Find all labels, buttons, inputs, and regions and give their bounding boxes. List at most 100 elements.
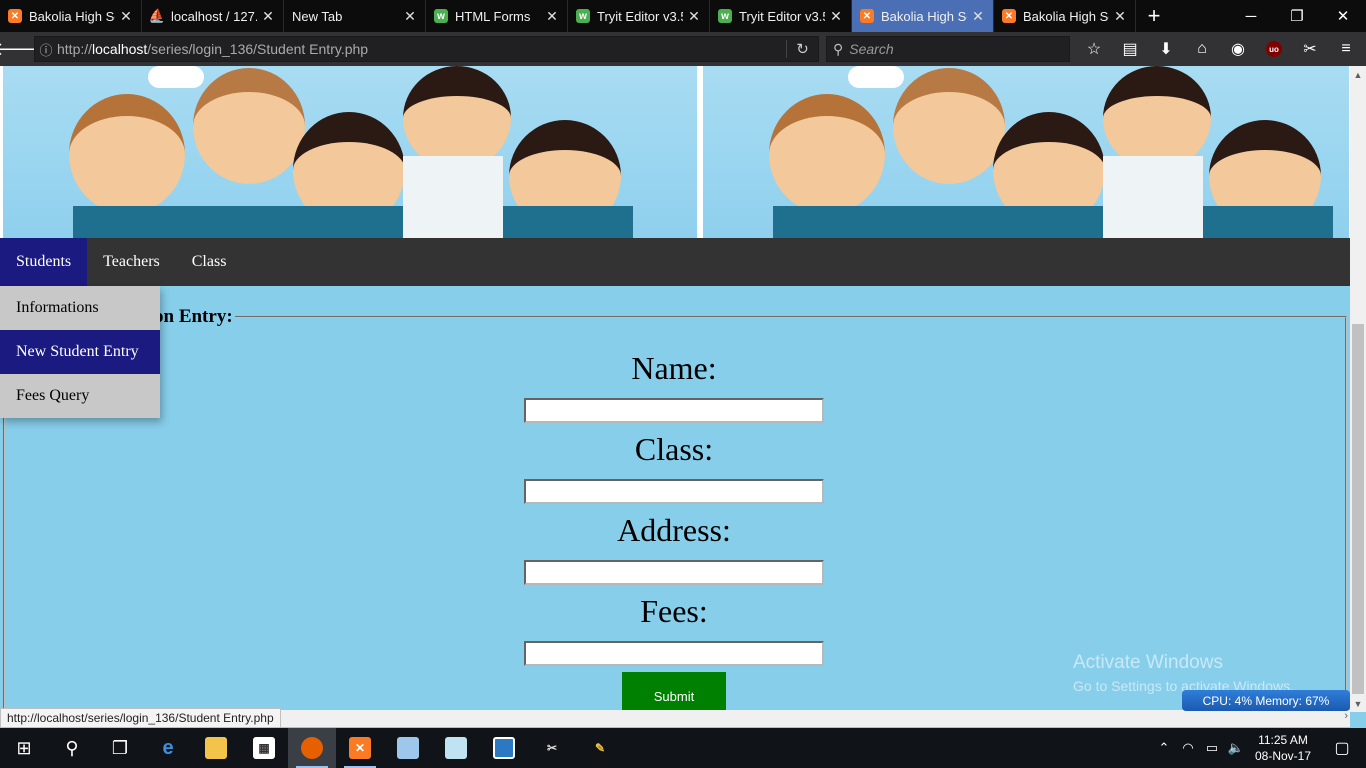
windows-taskbar: ⊞ ⚲ ❐ e ▦ ✕ ✂ ✎ ⌃ ◠ ▭ 🔈 11:25 AM 08-Nov-… (0, 728, 1366, 768)
close-window-icon[interactable]: ✕ (1320, 0, 1366, 32)
url-text: http://localhost/series/login_136/Studen… (57, 41, 786, 57)
url-path: /series/login_136/Student Entry.php (147, 41, 369, 57)
task-view-icon[interactable]: ❐ (96, 728, 144, 768)
address-label: Address: (617, 512, 731, 548)
home-icon[interactable]: ⌂ (1184, 32, 1220, 66)
start-icon[interactable]: ⊞ (0, 728, 48, 768)
tab-title: localhost / 127. (171, 8, 257, 24)
scroll-up-icon[interactable]: ▲ (1350, 66, 1366, 83)
address-input[interactable] (524, 560, 824, 585)
clock[interactable]: 11:25 AM 08-Nov-17 (1248, 732, 1318, 764)
app-prism-icon[interactable] (432, 728, 480, 768)
menu-item-class[interactable]: Class (176, 238, 243, 286)
scroll-down-icon[interactable]: ▼ (1350, 695, 1366, 712)
fees-input[interactable] (524, 641, 824, 666)
close-tab-icon[interactable]: ✕ (687, 8, 701, 25)
submit-button[interactable]: Submit (622, 672, 726, 710)
xampp-icon: ✕ (8, 9, 22, 23)
status-url-tooltip: http://localhost/series/login_136/Studen… (0, 708, 281, 728)
browser-tab[interactable]: ⛵ localhost / 127. ✕ (142, 0, 284, 32)
firefox-icon[interactable] (288, 728, 336, 768)
xampp-icon: ✕ (1002, 9, 1016, 23)
ublock-icon[interactable]: uo (1256, 32, 1292, 66)
clock-time: 11:25 AM (1258, 733, 1308, 747)
download-icon[interactable]: ⬇ (1148, 32, 1184, 66)
window-controls: ─ ❐ ✕ (1228, 0, 1366, 32)
reading-list-icon[interactable]: ▤ (1112, 32, 1148, 66)
browser-tab-active[interactable]: ✕ Bakolia High Sc ✕ (852, 0, 994, 32)
student-entry-form: Name: Class: Address: Fees: Submit (524, 348, 824, 710)
bookmark-star-icon[interactable]: ☆ (1076, 32, 1112, 66)
notification-icon[interactable]: ▢ (1318, 738, 1366, 758)
navigation-toolbar: 🡐 ⓘ http://localhost/series/login_136/St… (0, 32, 1366, 66)
browser-tab[interactable]: w HTML Forms ✕ (426, 0, 568, 32)
vertical-scrollbar[interactable]: ▲ ▼ (1350, 66, 1366, 712)
watermark-line1: Activate Windows (1073, 652, 1223, 673)
xampp-icon[interactable]: ✕ (336, 728, 384, 768)
class-label: Class: (634, 431, 714, 467)
dropdown-item-fees-query[interactable]: Fees Query (0, 374, 160, 418)
new-tab-icon[interactable]: + (1136, 0, 1172, 32)
chevron-up-icon[interactable]: ⌃ (1152, 740, 1176, 756)
header-banner (0, 66, 1350, 238)
tab-title: Tryit Editor v3.5 (597, 8, 683, 24)
reload-icon[interactable]: ↻ (786, 40, 818, 58)
close-tab-icon[interactable]: ✕ (545, 8, 559, 25)
web-page: Students Teachers Class Informations New… (0, 66, 1350, 710)
close-tab-icon[interactable]: ✕ (119, 8, 133, 25)
file-explorer-icon[interactable] (192, 728, 240, 768)
battery-icon[interactable]: ▭ (1200, 740, 1224, 756)
system-tray: ⌃ ◠ ▭ 🔈 11:25 AM 08-Nov-17 ▢ (1152, 728, 1366, 768)
app-paint-icon[interactable]: ✎ (576, 728, 624, 768)
pocket-icon[interactable]: ◉ (1220, 32, 1256, 66)
students-dropdown: Informations New Student Entry Fees Quer… (0, 286, 160, 418)
screenshot-icon[interactable]: ✂ (1292, 32, 1328, 66)
name-input[interactable] (524, 398, 824, 423)
app-tools-icon[interactable]: ✂ (528, 728, 576, 768)
dropdown-item-informations[interactable]: Informations (0, 286, 160, 330)
tab-title: New Tab (292, 8, 343, 24)
browser-tab[interactable]: ✕ Bakolia High Sc ✕ (0, 0, 142, 32)
hamburger-menu-icon[interactable]: ≡ (1328, 32, 1364, 66)
browser-tab[interactable]: ✕ Bakolia High Sc ✕ (994, 0, 1136, 32)
edge-icon[interactable]: e (144, 728, 192, 768)
fees-label: Fees: (640, 593, 708, 629)
search-icon: ⚲ (833, 40, 844, 57)
name-label: Name: (631, 350, 717, 386)
wifi-icon[interactable]: ◠ (1176, 740, 1200, 756)
phpmyadmin-icon: ⛵ (148, 8, 166, 23)
browser-tab[interactable]: w Tryit Editor v3.5 ✕ (568, 0, 710, 32)
store-icon[interactable]: ▦ (240, 728, 288, 768)
close-tab-icon[interactable]: ✕ (403, 8, 417, 25)
xampp-icon: ✕ (860, 9, 874, 23)
volume-icon[interactable]: 🔈 (1224, 740, 1248, 756)
minimize-icon[interactable]: ─ (1228, 0, 1274, 32)
w3schools-icon: w (576, 9, 590, 23)
close-tab-icon[interactable]: ✕ (971, 8, 985, 25)
back-arrow-icon[interactable]: 🡐 (0, 32, 41, 66)
app-window-icon[interactable] (480, 728, 528, 768)
close-tab-icon[interactable]: ✕ (1113, 8, 1127, 25)
close-tab-icon[interactable]: ✕ (261, 8, 275, 25)
close-tab-icon[interactable]: ✕ (829, 8, 843, 25)
app-cube-icon[interactable] (384, 728, 432, 768)
search-icon[interactable]: ⚲ (48, 728, 96, 768)
class-input[interactable] (524, 479, 824, 504)
browser-tab[interactable]: New Tab ✕ (284, 0, 426, 32)
info-icon[interactable]: ⓘ (35, 40, 57, 59)
search-input[interactable]: ⚲ Search (826, 36, 1070, 62)
clock-date: 08-Nov-17 (1254, 749, 1312, 763)
dropdown-item-new-student-entry[interactable]: New Student Entry (0, 330, 160, 374)
menu-item-teachers[interactable]: Teachers (87, 238, 176, 286)
main-menu: Students Teachers Class (0, 238, 1350, 286)
tab-title: Bakolia High Sc (29, 8, 115, 24)
restore-icon[interactable]: ❐ (1274, 0, 1320, 32)
kids-banner-image (3, 66, 697, 238)
scroll-right-icon[interactable]: › (1344, 710, 1348, 722)
menu-item-students[interactable]: Students (0, 238, 88, 286)
tab-title: HTML Forms (455, 8, 531, 24)
address-bar[interactable]: ⓘ http://localhost/series/login_136/Stud… (34, 36, 819, 62)
browser-tab[interactable]: w Tryit Editor v3.5 ✕ (710, 0, 852, 32)
scrollbar-thumb[interactable] (1352, 324, 1364, 694)
w3schools-icon: w (718, 9, 732, 23)
